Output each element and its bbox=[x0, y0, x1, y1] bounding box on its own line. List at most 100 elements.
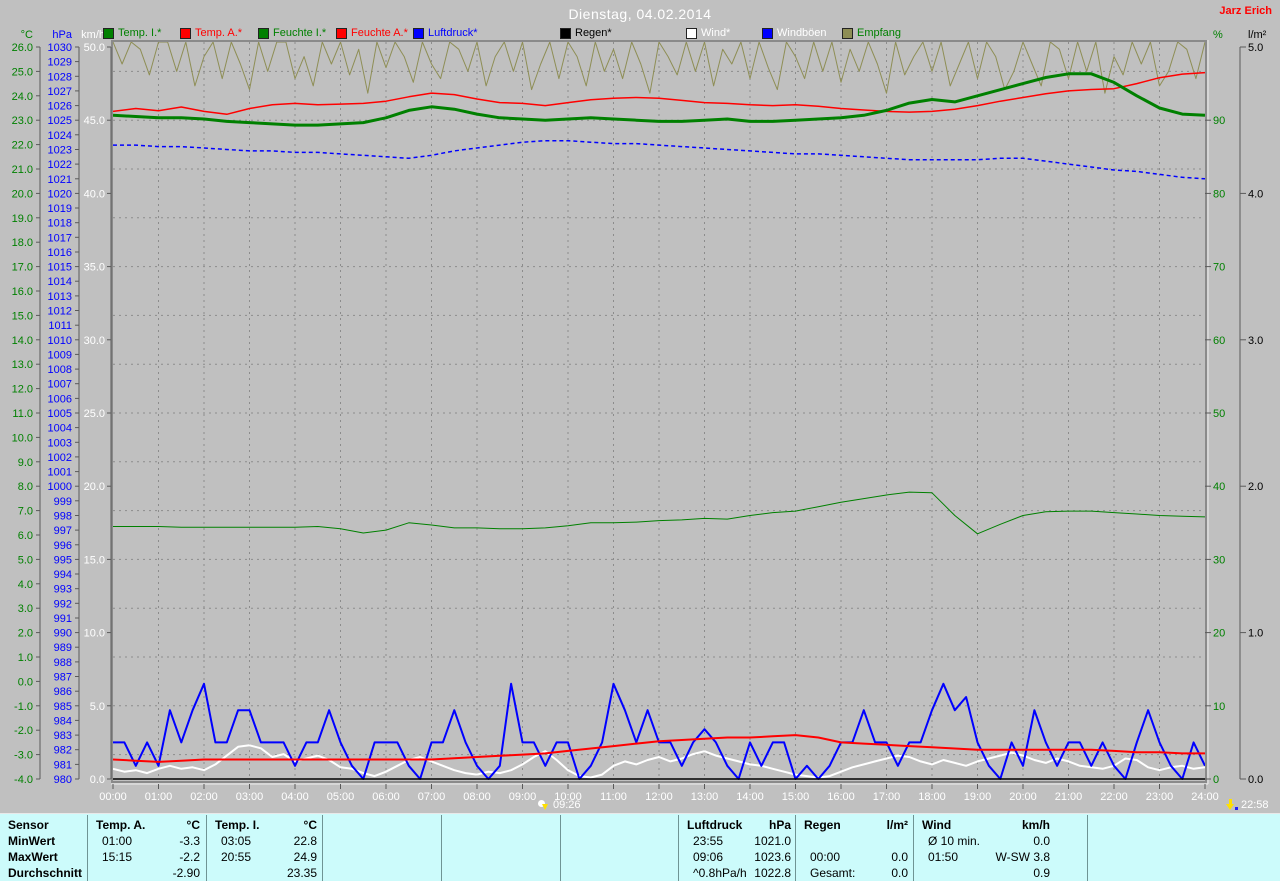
series-luftdruck bbox=[113, 141, 1205, 179]
svg-text:996: 996 bbox=[54, 540, 72, 552]
svg-text:30: 30 bbox=[1213, 554, 1225, 566]
svg-text:10.0: 10.0 bbox=[84, 628, 105, 640]
svg-text:1023: 1023 bbox=[48, 145, 72, 157]
legend-item-temp-a[interactable]: Temp. A.* bbox=[180, 27, 242, 39]
svg-text:1018: 1018 bbox=[48, 218, 72, 230]
legend-label-temp-a: Temp. A.* bbox=[195, 27, 242, 39]
time-tick-label: 09:00 bbox=[509, 791, 537, 803]
svg-text:986: 986 bbox=[54, 686, 72, 698]
svg-text:982: 982 bbox=[54, 745, 72, 757]
svg-text:16.0: 16.0 bbox=[12, 286, 33, 298]
time-tick-label: 24:00 bbox=[1191, 791, 1219, 803]
legend-item-wind[interactable]: Wind* bbox=[686, 27, 730, 39]
svg-text:994: 994 bbox=[54, 569, 72, 581]
legend-item-temp-i[interactable]: Temp. I.* bbox=[103, 27, 161, 39]
svg-text:50: 50 bbox=[1213, 408, 1225, 420]
svg-text:1012: 1012 bbox=[48, 306, 72, 318]
legend-label-windboeen: Windböen bbox=[777, 27, 827, 39]
svg-text:1021: 1021 bbox=[48, 174, 72, 186]
table-col-unit-temp-a: °C bbox=[88, 818, 200, 832]
table-value-luftdruck: 1022.8 bbox=[679, 866, 791, 880]
svg-text:998: 998 bbox=[54, 511, 72, 523]
svg-text:1030: 1030 bbox=[48, 42, 72, 54]
legend-swatch-feuchte-i-icon bbox=[258, 28, 269, 39]
legend-label-empfang: Empfang bbox=[857, 27, 901, 39]
svg-text:984: 984 bbox=[54, 715, 72, 727]
table-divider bbox=[322, 815, 323, 881]
svg-text:35.0: 35.0 bbox=[84, 262, 105, 274]
svg-text:40.0: 40.0 bbox=[84, 188, 105, 200]
time-tick-label: 10:00 bbox=[554, 791, 582, 803]
svg-text:993: 993 bbox=[54, 584, 72, 596]
svg-text:3.0: 3.0 bbox=[1248, 335, 1263, 347]
table-value-temp-i: 23.35 bbox=[207, 866, 317, 880]
svg-text:40: 40 bbox=[1213, 481, 1225, 493]
legend-swatch-regen-icon bbox=[560, 28, 571, 39]
svg-text:2.0: 2.0 bbox=[1248, 481, 1263, 493]
time-tick-label: 13:00 bbox=[691, 791, 719, 803]
svg-text:19.0: 19.0 bbox=[12, 213, 33, 225]
svg-text:990: 990 bbox=[54, 628, 72, 640]
svg-text:7.0: 7.0 bbox=[18, 506, 33, 518]
svg-text:4.0: 4.0 bbox=[1248, 188, 1263, 200]
svg-text:2.0: 2.0 bbox=[18, 628, 33, 640]
svg-text:60: 60 bbox=[1213, 335, 1225, 347]
svg-text:1014: 1014 bbox=[48, 276, 72, 288]
svg-text:-1.0: -1.0 bbox=[14, 701, 33, 713]
svg-text:1028: 1028 bbox=[48, 71, 72, 83]
svg-text:1025: 1025 bbox=[48, 115, 72, 127]
svg-text:981: 981 bbox=[54, 759, 72, 771]
time-tick-label: 07:00 bbox=[418, 791, 446, 803]
svg-text:1029: 1029 bbox=[48, 57, 72, 69]
table-value-wind: W-SW 3.8 bbox=[914, 850, 1050, 864]
legend-item-luftdruck[interactable]: Luftdruck* bbox=[413, 27, 478, 39]
legend-swatch-temp-i-icon bbox=[103, 28, 114, 39]
svg-text:1017: 1017 bbox=[48, 232, 72, 244]
time-tick-label: 00:00 bbox=[99, 791, 127, 803]
table-divider bbox=[441, 815, 442, 881]
legend-item-windboeen[interactable]: Windböen bbox=[762, 27, 827, 39]
table-row-label: Durchschnitt bbox=[8, 866, 82, 880]
svg-text:988: 988 bbox=[54, 657, 72, 669]
legend-swatch-windboeen-icon bbox=[762, 28, 773, 39]
table-value-temp-a: -2.2 bbox=[88, 850, 200, 864]
svg-text:6.0: 6.0 bbox=[18, 530, 33, 542]
svg-text:1011: 1011 bbox=[48, 320, 72, 332]
axis-kmh: km/h50.045.040.035.030.025.020.015.010.0… bbox=[81, 29, 111, 786]
svg-text:8.0: 8.0 bbox=[18, 481, 33, 493]
table-col-unit-regen: l/m² bbox=[796, 818, 908, 832]
table-value-wind: 0.0 bbox=[914, 834, 1050, 848]
svg-text:985: 985 bbox=[54, 701, 72, 713]
svg-text:1022: 1022 bbox=[48, 159, 72, 171]
legend-swatch-wind-icon bbox=[686, 28, 697, 39]
svg-text:24.0: 24.0 bbox=[12, 91, 33, 103]
svg-text:1.0: 1.0 bbox=[1248, 628, 1263, 640]
svg-text:23.0: 23.0 bbox=[12, 115, 33, 127]
legend-item-feuchte-a[interactable]: Feuchte A.* bbox=[336, 27, 408, 39]
legend-item-feuchte-i[interactable]: Feuchte I.* bbox=[258, 27, 326, 39]
table-divider bbox=[1087, 815, 1088, 881]
svg-text:1020: 1020 bbox=[48, 188, 72, 200]
table-divider bbox=[560, 815, 561, 881]
svg-text:0.0: 0.0 bbox=[18, 676, 33, 688]
svg-text:1005: 1005 bbox=[48, 408, 72, 420]
app-window: Dienstag, 04.02.2014 Jarz Erich °C26.025… bbox=[0, 0, 1280, 881]
legend-swatch-luftdruck-icon bbox=[413, 28, 424, 39]
svg-text:30.0: 30.0 bbox=[84, 335, 105, 347]
time-tick-label: 11:00 bbox=[600, 791, 627, 803]
svg-text:0: 0 bbox=[1213, 774, 1219, 786]
svg-text:1010: 1010 bbox=[48, 335, 72, 347]
time-tick-label: 15:00 bbox=[782, 791, 810, 803]
series-layer bbox=[113, 42, 1205, 779]
axis-temp: °C26.025.024.023.022.021.020.019.018.017… bbox=[12, 29, 40, 786]
time-tick-label: 17:00 bbox=[873, 791, 901, 803]
svg-text:0.0: 0.0 bbox=[90, 774, 105, 786]
svg-text:997: 997 bbox=[54, 525, 72, 537]
svg-text:9.0: 9.0 bbox=[18, 457, 33, 469]
legend-item-empfang[interactable]: Empfang bbox=[842, 27, 901, 39]
legend-item-regen[interactable]: Regen* bbox=[560, 27, 612, 39]
svg-text:1027: 1027 bbox=[48, 86, 72, 98]
svg-text:991: 991 bbox=[54, 613, 72, 625]
svg-text:80: 80 bbox=[1213, 188, 1225, 200]
svg-text:14.0: 14.0 bbox=[12, 335, 33, 347]
